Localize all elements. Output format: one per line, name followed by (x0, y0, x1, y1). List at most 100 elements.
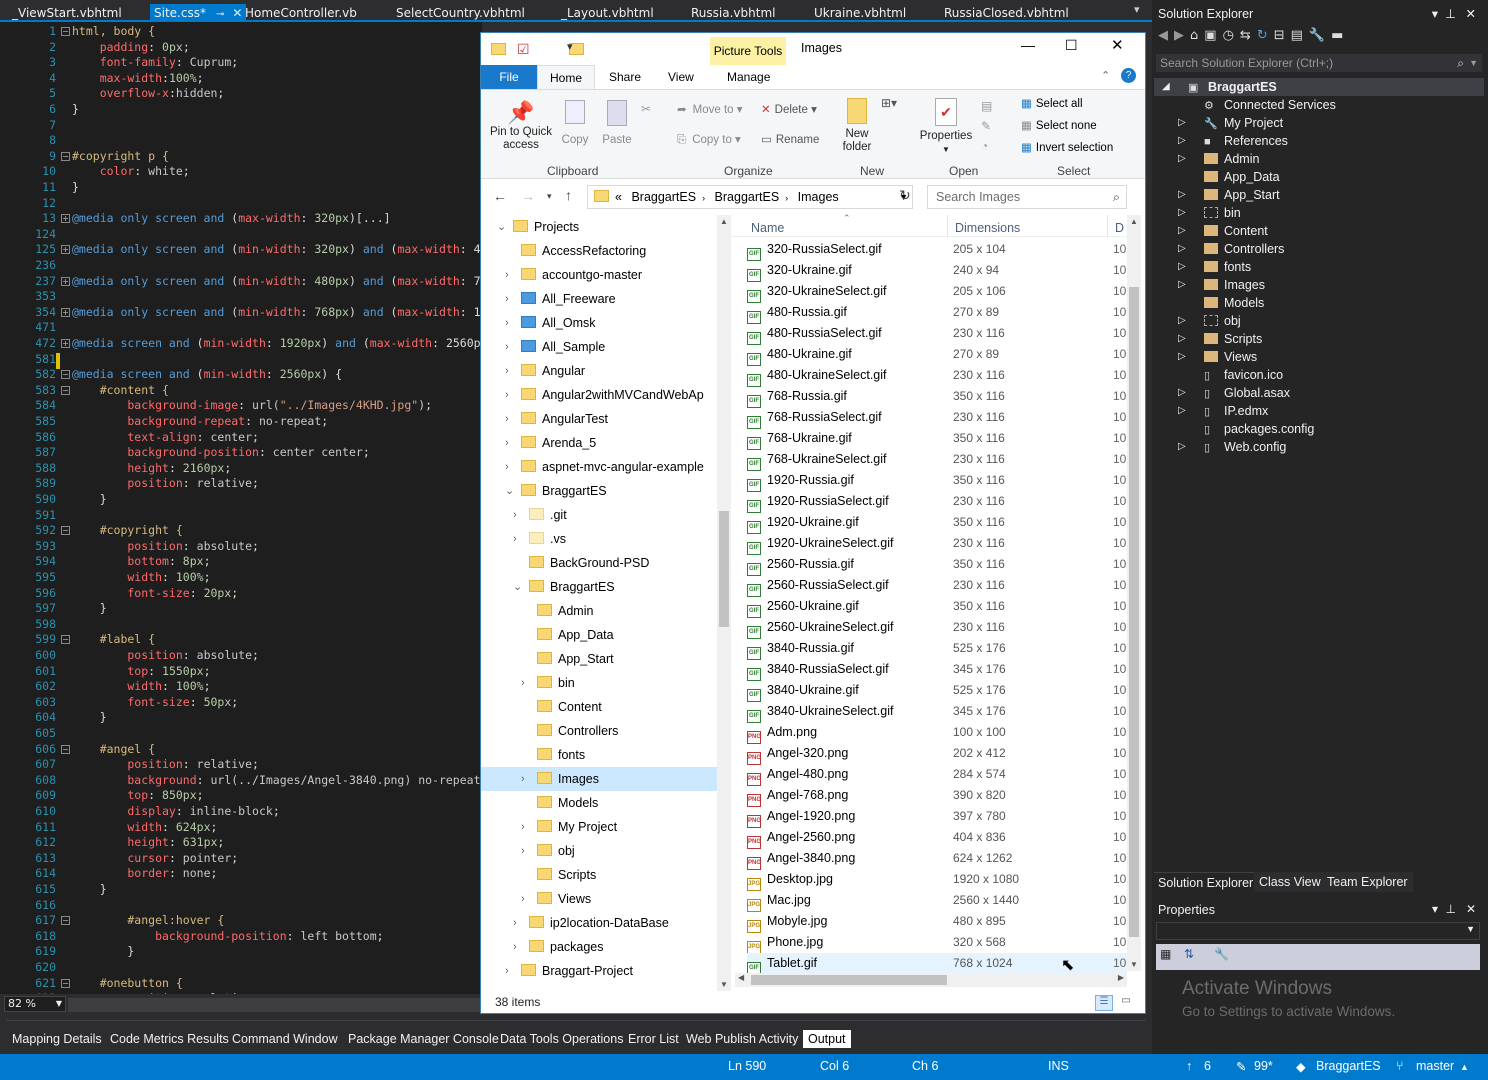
file-row[interactable]: PNG Angel-2560.png 404 x 836 10 (747, 827, 1127, 849)
file-row[interactable]: PNG Angel-1920.png 397 x 780 10 (747, 806, 1127, 828)
tree-item[interactable]: Admin (481, 599, 717, 623)
refresh-icon[interactable]: ↻ (1257, 28, 1274, 43)
fold-toggle-icon[interactable]: − (61, 151, 70, 161)
collapsed-icon[interactable]: ▷ (1178, 438, 1186, 456)
show-all-files-icon[interactable]: ▤ (1291, 28, 1309, 43)
maximize-icon[interactable]: ☐ (1065, 37, 1078, 54)
file-row[interactable]: GIF 768-RussiaSelect.gif 230 x 116 10 (747, 407, 1127, 429)
object-selector[interactable]: ▼ (1156, 922, 1480, 940)
file-row[interactable]: GIF 3840-Ukraine.gif 525 x 176 10 (747, 680, 1127, 702)
scroll-thumb[interactable] (1129, 287, 1139, 937)
collapsed-icon[interactable]: ▷ (1178, 384, 1186, 402)
collapsed-icon[interactable]: ▷ (1178, 186, 1186, 204)
chevron-right-icon[interactable]: › (505, 359, 509, 383)
tree-item[interactable]: Content (481, 695, 717, 719)
column-dimensions[interactable]: Dimensions (955, 221, 1020, 235)
tab-command-window[interactable]: Command Window (232, 1030, 338, 1048)
tab-output[interactable]: Output (803, 1030, 851, 1048)
file-row[interactable]: JPG Mac.jpg 2560 x 1440 10 (747, 890, 1127, 912)
file-row[interactable]: GIF 480-RussiaSelect.gif 230 x 116 10 (747, 323, 1127, 345)
tree-item[interactable]: App_Data (481, 623, 717, 647)
column-divider[interactable] (947, 215, 948, 237)
breadcrumb-braggartes-2[interactable]: BraggartES (715, 190, 780, 204)
solution-item[interactable]: ▯ packages.config (1154, 420, 1484, 438)
chevron-right-icon[interactable]: › (505, 335, 509, 359)
tree-item[interactable]: AccessRefactoring (481, 239, 717, 263)
address-overflow[interactable]: « (615, 190, 622, 204)
fold-toggle-icon[interactable]: − (61, 635, 70, 645)
solution-item[interactable]: Models (1154, 294, 1484, 312)
copy-button[interactable]: Copy (557, 100, 593, 147)
tree-item[interactable]: › packages (481, 935, 717, 959)
chevron-right-icon[interactable]: › (505, 383, 509, 407)
pin-quick-access-button[interactable]: 📌 Pin to Quick access (487, 100, 555, 152)
solution-item[interactable]: ▷ Admin (1154, 150, 1484, 168)
tree-vertical-scrollbar[interactable]: ▲ ▼ (717, 215, 731, 991)
properties-button[interactable]: ✔ Properties ▼ (917, 98, 975, 156)
file-row[interactable]: GIF 480-UkraineSelect.gif 230 x 116 10 (747, 365, 1127, 387)
back-arrow-icon[interactable]: ← (493, 188, 507, 204)
chevron-right-icon[interactable]: › (505, 431, 509, 455)
branch-dropdown-icon[interactable]: ▲ (1460, 1062, 1469, 1072)
code-editor[interactable]: 1 html, body {−2 padding: 0px; 3 font-fami… (0, 22, 482, 994)
chevron-right-icon[interactable]: › (505, 959, 509, 983)
tab-mapping-details[interactable]: Mapping Details (12, 1030, 102, 1048)
file-row[interactable]: GIF 2560-Ukraine.gif 350 x 116 10 (747, 596, 1127, 618)
fold-toggle-icon[interactable]: − (61, 744, 70, 754)
tree-item[interactable]: ⌄ Projects (481, 215, 717, 239)
collapsed-icon[interactable]: ▷ (1178, 150, 1186, 168)
minimize-icon[interactable]: — (1021, 37, 1035, 53)
file-row[interactable]: PNG Adm.png 100 x 100 10 (747, 722, 1127, 744)
tree-item[interactable]: › Angular (481, 359, 717, 383)
pending-changes-icon[interactable]: ◷ (1223, 28, 1240, 43)
tree-item[interactable]: › All_Omsk (481, 311, 717, 335)
rename-button[interactable]: ▭ Rename (761, 134, 819, 147)
file-row[interactable]: GIF 3840-Russia.gif 525 x 176 10 (747, 638, 1127, 660)
file-row[interactable]: GIF 1920-RussiaSelect.gif 230 x 116 10 (747, 491, 1127, 513)
chevron-right-icon[interactable]: › (505, 287, 509, 311)
alphabetical-icon[interactable]: ⇅ (1184, 947, 1194, 961)
sync-icon[interactable]: ⇆ (1240, 28, 1257, 43)
recent-dropdown-icon[interactable]: ▾ (547, 191, 552, 202)
solution-item[interactable]: App_Data (1154, 168, 1484, 186)
collapsed-icon[interactable]: ▷ (1178, 114, 1186, 132)
chevron-right-icon[interactable]: › (521, 815, 525, 839)
column-date[interactable]: D (1115, 221, 1124, 235)
tab-package-manager[interactable]: Package Manager Console (348, 1030, 499, 1048)
tree-item[interactable]: Models (481, 791, 717, 815)
fold-toggle-icon[interactable]: − (61, 385, 70, 395)
unpublished-commits[interactable]: 6 (1204, 1059, 1211, 1073)
collapsed-icon[interactable]: ▷ (1178, 204, 1186, 222)
navigation-pane[interactable]: ⌄ Projects AccessRefactoring › accountgo-mas… (481, 213, 717, 993)
chevron-right-icon[interactable]: › (521, 671, 525, 695)
tree-item[interactable]: › Braggart-Project (481, 959, 717, 983)
collapsed-icon[interactable]: ▷ (1178, 312, 1186, 330)
properties-check-icon[interactable]: ☑ (517, 41, 530, 58)
ribbon-tab-file[interactable]: File (481, 65, 537, 89)
tree-item[interactable]: › AngularTest (481, 407, 717, 431)
solution-item[interactable]: ▷ App_Start (1154, 186, 1484, 204)
chevron-down-icon[interactable]: ▼ (1469, 54, 1478, 72)
chevron-down-icon[interactable]: ⌄ (513, 575, 522, 599)
chevron-right-icon[interactable]: › (521, 887, 525, 911)
close-icon[interactable]: ✕ (1466, 4, 1476, 24)
file-row[interactable]: PNG Angel-768.png 390 x 820 10 (747, 785, 1127, 807)
tab-dropdown-icon[interactable]: ▾ (1134, 3, 1140, 16)
file-row[interactable]: PNG Angel-480.png 284 x 574 10 (747, 764, 1127, 786)
collapsed-icon[interactable]: ▷ (1178, 222, 1186, 240)
file-row[interactable]: JPG Mobyle.jpg 480 x 895 10 (747, 911, 1127, 933)
tree-item[interactable]: Scripts (481, 863, 717, 887)
preview-icon[interactable]: ▬ (1331, 28, 1349, 43)
collapsed-icon[interactable]: ▷ (1178, 276, 1186, 294)
collapse-ribbon-icon[interactable]: ⌃ (1101, 69, 1110, 82)
scroll-thumb[interactable] (719, 511, 729, 627)
fold-toggle-icon[interactable]: − (61, 27, 70, 36)
solution-item[interactable]: ▷ fonts (1154, 258, 1484, 276)
tab-web-publish[interactable]: Web Publish Activity (686, 1030, 798, 1048)
tree-item[interactable]: › Views (481, 887, 717, 911)
file-row[interactable]: GIF 2560-Russia.gif 350 x 116 10 (747, 554, 1127, 576)
close-icon[interactable]: ✕ (1111, 36, 1124, 54)
large-icons-view-icon[interactable]: ▭ (1117, 995, 1135, 1011)
file-row[interactable]: GIF 320-RussiaSelect.gif 205 x 104 10 (747, 239, 1127, 261)
forward-arrow-icon[interactable]: → (521, 188, 535, 204)
